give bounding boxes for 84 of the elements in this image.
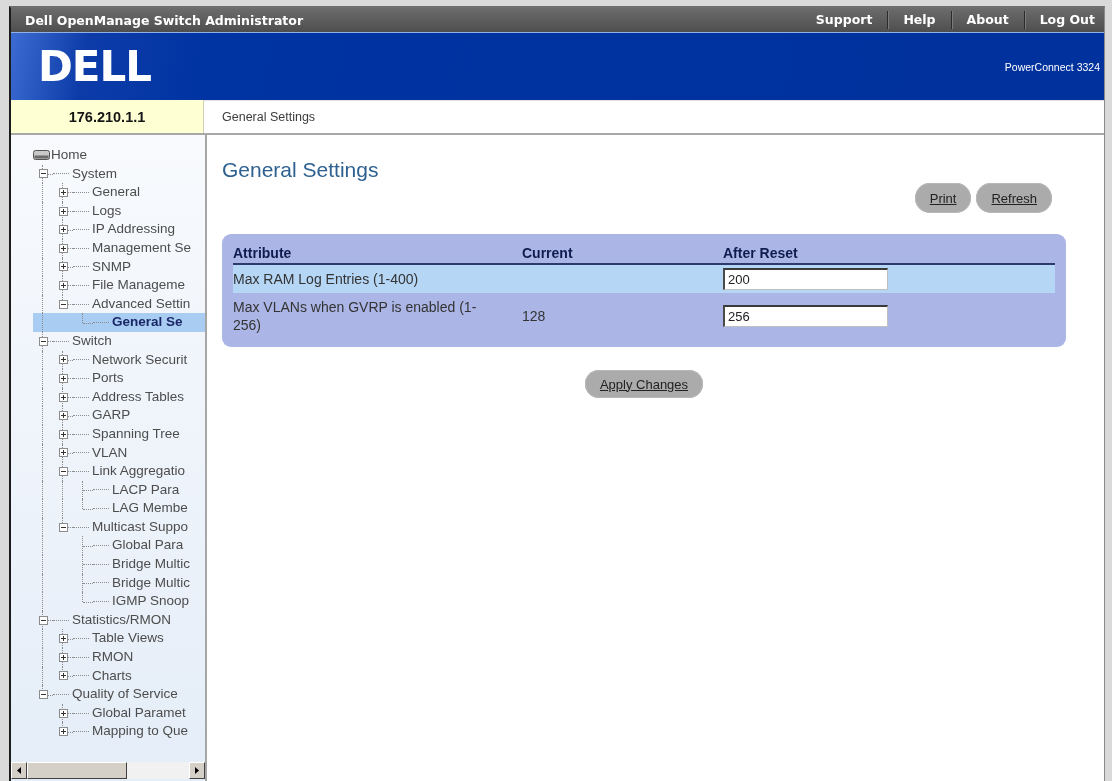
plus-box-icon[interactable] xyxy=(58,243,68,253)
tree-item[interactable]: Bridge Multic xyxy=(112,573,191,593)
tree-item[interactable]: Table Views xyxy=(92,629,164,649)
drive-icon xyxy=(33,150,50,161)
plus-box-icon[interactable] xyxy=(58,206,68,216)
tree-item[interactable]: Network Securit xyxy=(92,350,188,370)
tree-item[interactable]: General Se xyxy=(112,313,183,332)
tree-item[interactable]: Advanced Settin xyxy=(92,294,191,314)
tree-item[interactable]: IP Addressing xyxy=(92,220,176,239)
minus-box-icon[interactable] xyxy=(38,336,48,346)
tree-item[interactable]: IGMP Snoop xyxy=(112,592,190,611)
tree-item[interactable]: Mapping to Que xyxy=(92,722,189,741)
plus-box-icon[interactable] xyxy=(58,411,68,421)
plus-box-icon[interactable] xyxy=(58,671,68,681)
device-address: 176.210.1.1 xyxy=(11,100,204,133)
product-name: PowerConnect 3324 xyxy=(1004,60,1100,73)
plus-box-icon[interactable] xyxy=(58,392,68,402)
action-button[interactable]: Refresh xyxy=(976,183,1052,213)
table-cell: 128 xyxy=(522,308,546,324)
tree-item[interactable]: General xyxy=(92,183,141,202)
tree-item[interactable]: RMON xyxy=(92,648,134,667)
tree-item[interactable]: Global Paramet xyxy=(92,703,186,723)
tree-item[interactable]: Global Para xyxy=(112,536,184,556)
tree-item[interactable]: Charts xyxy=(92,666,132,686)
plus-box-icon[interactable] xyxy=(58,355,68,365)
tree-item[interactable]: Bridge Multic xyxy=(112,555,191,574)
scroll-right-button[interactable] xyxy=(189,762,205,779)
header-link[interactable]: Help xyxy=(887,11,951,29)
plus-box-icon[interactable] xyxy=(58,429,68,439)
page-title: General Settings xyxy=(222,157,380,182)
column-header: After Reset xyxy=(723,244,799,263)
plus-box-icon[interactable] xyxy=(58,262,68,272)
plus-box-icon[interactable] xyxy=(58,448,68,458)
minus-box-icon[interactable] xyxy=(58,466,68,476)
plus-box-icon[interactable] xyxy=(58,373,68,383)
tree-item[interactable]: Link Aggregatio xyxy=(92,462,186,481)
right-arrow-icon xyxy=(195,767,199,774)
plus-box-icon[interactable] xyxy=(58,652,68,662)
minus-box-icon[interactable] xyxy=(58,522,68,532)
tree-item[interactable]: File Manageme xyxy=(92,276,186,295)
tree-item[interactable]: Statistics/RMON xyxy=(72,610,171,630)
input-field[interactable]: 256 xyxy=(723,305,888,327)
left-arrow-icon xyxy=(17,767,21,774)
column-header: Attribute xyxy=(233,244,293,263)
plus-box-icon[interactable] xyxy=(58,727,68,737)
input-field[interactable]: 200 xyxy=(723,268,888,290)
plus-box-icon[interactable] xyxy=(58,280,68,290)
table-cell: Max RAM Log Entries (1-400) xyxy=(233,271,419,287)
tree-item[interactable]: Switch xyxy=(72,331,112,351)
breadcrumb: General Settings xyxy=(222,110,316,124)
tree-item[interactable]: Quality of Service xyxy=(72,685,178,704)
minus-box-icon[interactable] xyxy=(38,615,48,625)
minus-box-icon[interactable] xyxy=(38,169,48,179)
scroll-left-button[interactable] xyxy=(11,762,27,779)
minus-box-icon[interactable] xyxy=(58,299,68,309)
plus-box-icon[interactable] xyxy=(58,708,68,718)
tree-item[interactable]: Management Se xyxy=(92,238,192,258)
tree-item[interactable]: SNMP xyxy=(92,257,131,277)
minus-box-icon[interactable] xyxy=(38,690,48,699)
tree-item[interactable]: LAG Membe xyxy=(112,499,188,518)
scrollbar-thumb[interactable] xyxy=(27,762,127,779)
tree-item[interactable]: LACP Para xyxy=(112,480,180,500)
tree-item[interactable]: Logs xyxy=(92,201,122,221)
apply-changes-button[interactable]: Apply Changes xyxy=(584,370,704,398)
plus-box-icon[interactable] xyxy=(58,225,68,235)
plus-box-icon[interactable] xyxy=(58,634,68,644)
plus-box-icon[interactable] xyxy=(58,188,68,197)
tree-item[interactable]: VLAN xyxy=(92,443,128,463)
header-link[interactable]: About xyxy=(950,11,1024,29)
table-cell: Max VLANs when GVRP is enabled (1-256) xyxy=(233,299,477,333)
logo: DELL xyxy=(38,45,152,88)
header-link[interactable]: Support xyxy=(800,11,888,29)
header-link[interactable]: Log Out xyxy=(1023,11,1095,29)
app-title: Dell OpenManage Switch Administrator xyxy=(25,12,304,28)
action-button[interactable]: Print xyxy=(914,183,972,213)
tree-item[interactable]: Multicast Suppo xyxy=(92,517,189,537)
tree-item[interactable]: GARP xyxy=(92,406,131,425)
tree-item[interactable]: Ports xyxy=(92,369,124,388)
tree-item[interactable]: System xyxy=(72,164,117,184)
tree-item[interactable]: Home xyxy=(51,146,87,165)
column-header: Current xyxy=(522,244,574,263)
tree-item[interactable]: Address Tables xyxy=(92,387,185,407)
horizontal-scrollbar[interactable] xyxy=(11,762,205,779)
tree-item[interactable]: Spanning Tree xyxy=(92,424,180,444)
